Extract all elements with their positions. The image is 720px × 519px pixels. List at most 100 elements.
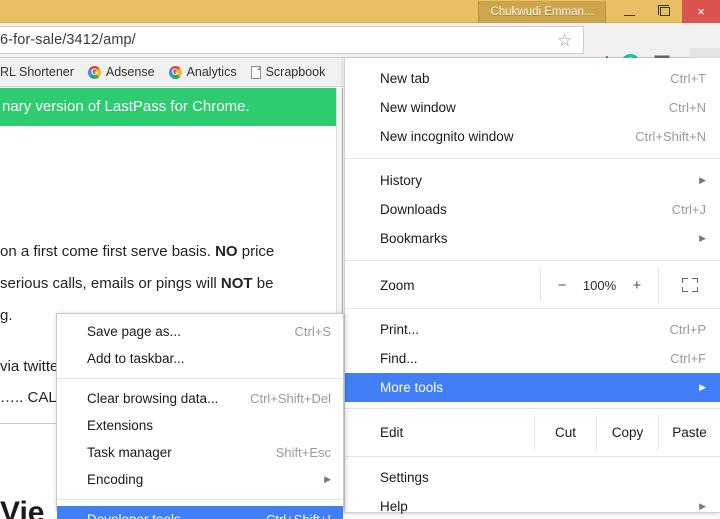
bookmark-star-icon[interactable]: ☆	[557, 32, 575, 50]
menu-separator	[345, 456, 720, 457]
menu-row-zoom: Zoom − 100% +	[345, 268, 720, 302]
lastpass-notification-bar: nary version of LastPass for Chrome.	[0, 88, 336, 126]
minimize-icon	[624, 14, 635, 16]
maximize-button[interactable]	[647, 0, 682, 23]
bookmark-label: Adsense	[105, 65, 155, 79]
submenu-separator	[57, 378, 343, 379]
submenu-item-shortcut: Ctrl+Shift+Del	[250, 391, 331, 406]
restore-icon	[657, 5, 670, 16]
menu-item-shortcut: Ctrl+Shift+N	[635, 129, 706, 144]
bookmark-label: RL Shortener	[0, 65, 74, 79]
menu-item-label: More tools	[380, 380, 444, 395]
submenu-item-encoding[interactable]: Encoding ▶	[57, 466, 343, 493]
menu-item-label: Find...	[380, 351, 418, 366]
page-paragraph-line: serious calls, emails or pings will NOT …	[0, 275, 274, 292]
submenu-item-label: Add to taskbar...	[87, 351, 185, 366]
bookmark-item-scrapbook[interactable]: Scrapbook	[244, 60, 333, 84]
menu-separator	[345, 158, 720, 159]
menu-item-more-tools[interactable]: More tools ▶	[345, 373, 720, 402]
copy-button[interactable]: Copy	[596, 415, 658, 450]
chevron-right-icon: ▶	[699, 175, 706, 185]
menu-item-new-tab[interactable]: New tab Ctrl+T	[345, 64, 720, 93]
minimize-button[interactable]	[612, 0, 647, 23]
menu-separator	[345, 308, 720, 309]
zoom-in-button[interactable]: +	[633, 277, 642, 294]
submenu-item-developer-tools[interactable]: Developer tools Ctrl+Shift+I	[57, 506, 343, 519]
fullscreen-icon	[681, 278, 698, 292]
address-bar[interactable]: 6-for-sale/3412/amp/ ☆	[0, 26, 584, 54]
menu-item-label: Bookmarks	[380, 231, 448, 246]
menu-separator	[345, 260, 720, 261]
chrome-main-menu: New tab Ctrl+T New window Ctrl+N New inc…	[344, 58, 720, 514]
submenu-item-add-to-taskbar[interactable]: Add to taskbar...	[57, 345, 343, 372]
bookmark-label: Scrapbook	[265, 65, 326, 79]
submenu-item-label: Task manager	[87, 445, 172, 460]
menu-row-edit: Edit Cut Copy Paste	[345, 415, 720, 450]
menu-item-new-incognito-window[interactable]: New incognito window Ctrl+Shift+N	[345, 122, 720, 151]
url-value: 6-for-sale/3412/amp/	[0, 32, 136, 48]
menu-item-bookmarks[interactable]: Bookmarks ▶	[345, 224, 720, 253]
bookmark-item-analytics[interactable]: Analytics	[162, 60, 244, 84]
edit-label: Edit	[380, 425, 404, 440]
menu-item-label: History	[380, 173, 423, 188]
menu-item-downloads[interactable]: Downloads Ctrl+J	[345, 195, 720, 224]
submenu-item-task-manager[interactable]: Task manager Shift+Esc	[57, 439, 343, 466]
cut-button[interactable]: Cut	[534, 415, 596, 450]
submenu-item-shortcut: Ctrl+S	[294, 324, 331, 339]
submenu-item-label: Save page as...	[87, 324, 181, 339]
menu-item-shortcut: Ctrl+N	[668, 100, 706, 115]
menu-item-label: Help	[380, 499, 408, 514]
menu-item-history[interactable]: History ▶	[345, 166, 720, 195]
browser-tab[interactable]: Chukwudi Emman...	[478, 1, 606, 23]
submenu-item-extensions[interactable]: Extensions	[57, 412, 343, 439]
menu-item-print[interactable]: Print... Ctrl+P	[345, 315, 720, 344]
menu-item-label: New tab	[380, 71, 430, 86]
chevron-right-icon: ▶	[699, 501, 706, 511]
submenu-item-label: Encoding	[87, 472, 144, 487]
url-text: 6-for-sale/3412/amp/	[0, 32, 136, 48]
menu-item-help[interactable]: Help ▶	[345, 492, 720, 519]
submenu-item-save-page-as[interactable]: Save page as... Ctrl+S	[57, 318, 343, 345]
fullscreen-button[interactable]	[658, 268, 720, 302]
menu-item-shortcut: Ctrl+T	[670, 71, 706, 86]
bookmark-item-adsense[interactable]: Adsense	[81, 60, 162, 84]
browser-toolbar: 6-for-sale/3412/amp/ ☆ 6 2	[0, 23, 720, 79]
notification-text: nary version of LastPass for Chrome.	[2, 98, 250, 115]
paste-button[interactable]: Paste	[658, 415, 720, 450]
menu-separator	[345, 408, 720, 409]
submenu-item-shortcut: Shift+Esc	[275, 445, 331, 460]
google-icon	[168, 65, 182, 79]
submenu-separator	[57, 499, 343, 500]
submenu-item-clear-browsing-data[interactable]: Clear browsing data... Ctrl+Shift+Del	[57, 385, 343, 412]
document-icon	[250, 65, 261, 79]
menu-item-label: Print...	[380, 322, 420, 337]
zoom-label: Zoom	[380, 277, 415, 293]
menu-item-shortcut: Ctrl+J	[671, 202, 706, 217]
menu-item-settings[interactable]: Settings	[345, 463, 720, 492]
page-paragraph-line: on a first come first serve basis. NO pr…	[0, 243, 275, 260]
menu-item-label: New window	[380, 100, 456, 115]
menu-item-label: Downloads	[380, 202, 447, 217]
submenu-item-label: Clear browsing data...	[87, 391, 219, 406]
zoom-out-button[interactable]: −	[558, 277, 567, 294]
close-button[interactable]: ×	[682, 0, 720, 23]
submenu-item-label: Extensions	[87, 418, 154, 433]
menu-item-label: New incognito window	[380, 129, 514, 144]
menu-item-find[interactable]: Find... Ctrl+F	[345, 344, 720, 373]
chevron-right-icon: ▶	[324, 474, 331, 484]
bookmark-label: Analytics	[186, 65, 237, 79]
chevron-right-icon: ▶	[699, 233, 706, 243]
menu-item-label: Settings	[380, 470, 429, 485]
submenu-item-label: Developer tools	[87, 512, 181, 519]
bookmark-item-url-shortener[interactable]: RL Shortener	[0, 60, 81, 84]
zoom-level-value: 100%	[582, 277, 617, 293]
menu-item-new-window[interactable]: New window Ctrl+N	[345, 93, 720, 122]
bookmarks-bar: RL Shortener Adsense Analytics Scrapbook	[0, 58, 343, 87]
more-tools-submenu: Save page as... Ctrl+S Add to taskbar...…	[56, 313, 344, 519]
title-bar: Chukwudi Emman... ×	[0, 0, 720, 23]
zoom-controls: − 100% +	[540, 268, 658, 302]
browser-window: Chukwudi Emman... × 6-for-sale/3412/amp/…	[0, 0, 720, 519]
menu-item-shortcut: Ctrl+P	[669, 322, 706, 337]
menu-item-shortcut: Ctrl+F	[670, 351, 706, 366]
chevron-right-icon: ▶	[699, 382, 706, 392]
